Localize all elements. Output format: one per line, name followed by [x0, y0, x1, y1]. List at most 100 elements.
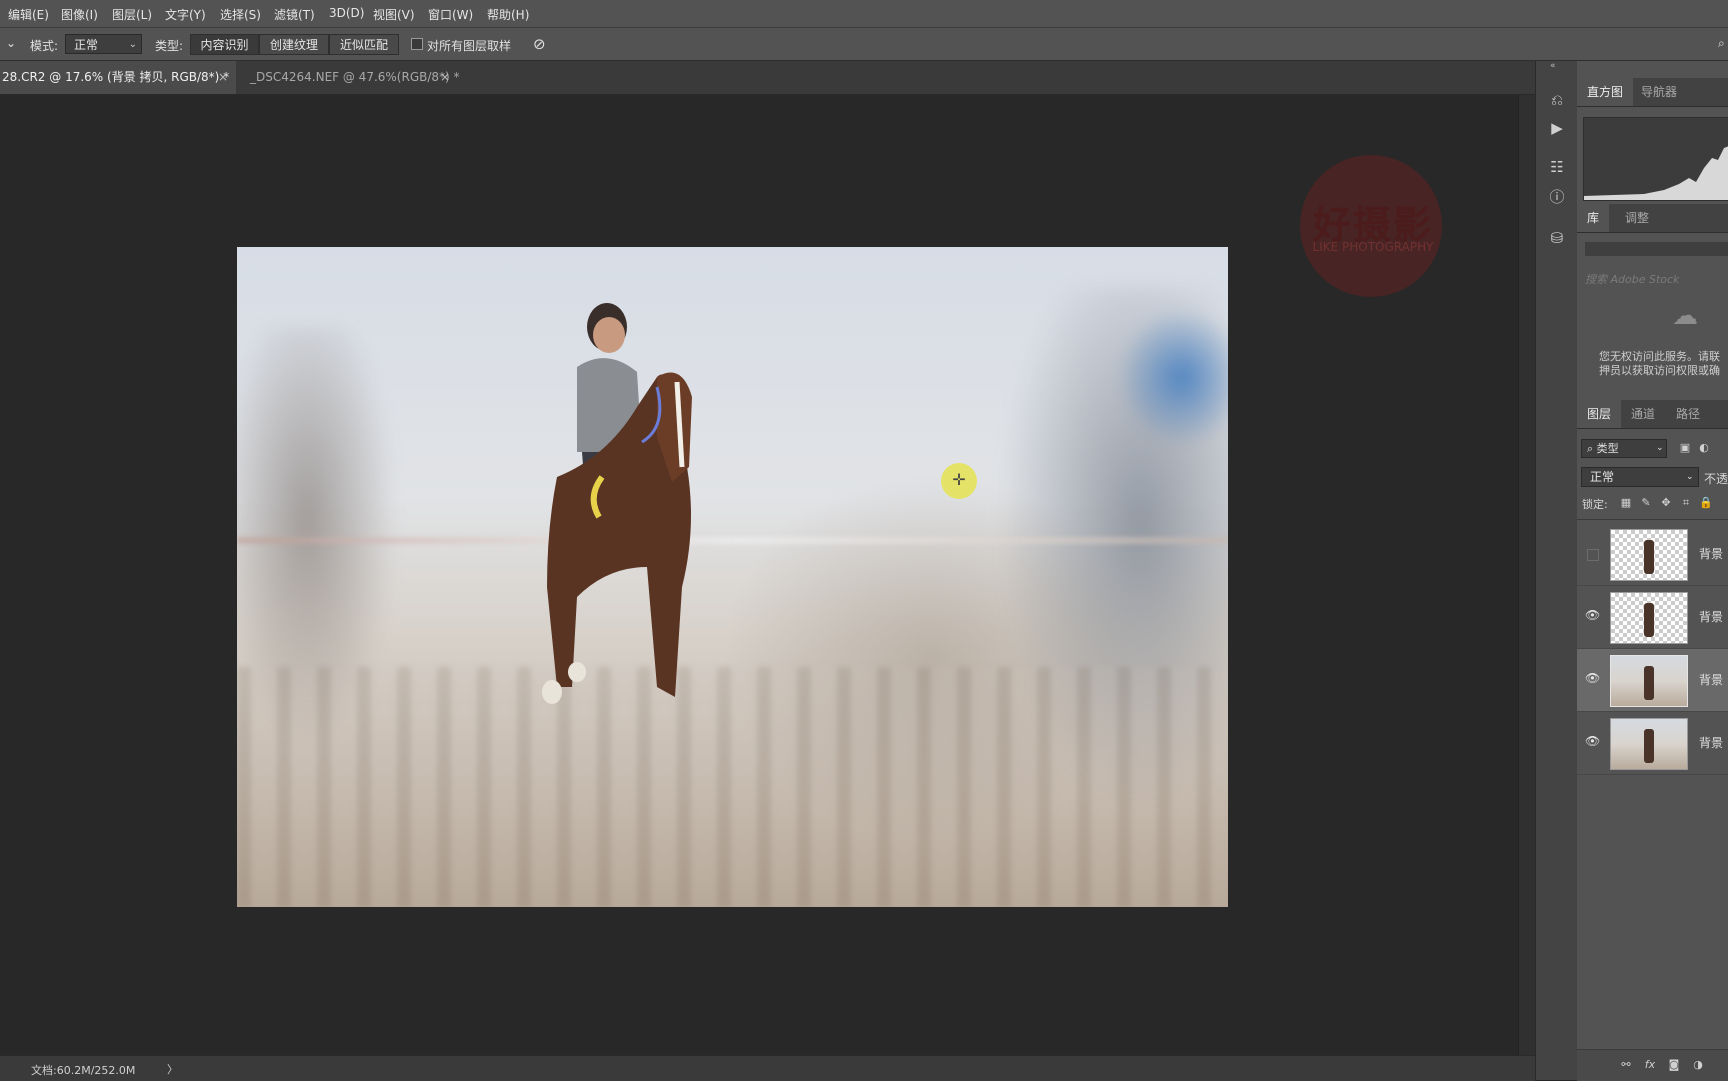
tab-label: _DSC4264.NEF @ 47.6%(RGB/8*) *	[250, 70, 460, 84]
pressure-icon[interactable]: ⊘	[533, 35, 546, 53]
create-texture-option[interactable]: 创建纹理	[259, 34, 329, 55]
menu-type[interactable]: 文字(Y)	[165, 6, 206, 23]
eye-icon[interactable]: 👁	[1585, 671, 1600, 685]
search-icon[interactable]: ⌕	[1718, 36, 1725, 51]
layer-name[interactable]: 背景	[1699, 671, 1723, 688]
filter-kind-value: 类型	[1596, 442, 1619, 455]
canvas-scrollbar[interactable]	[1518, 95, 1536, 1055]
eye-icon[interactable]: 👁	[1585, 608, 1600, 622]
rider-thumb	[1644, 729, 1654, 763]
layer-thumbnail	[1610, 529, 1688, 581]
blend-mode-value: 正常	[1590, 470, 1615, 484]
tab-document-2[interactable]: _DSC4264.NEF @ 47.6%(RGB/8*) * ×	[248, 61, 460, 94]
tool-preset-chevron-icon[interactable]: ⌄	[6, 36, 16, 50]
chevron-down-icon: ⌄	[1686, 472, 1694, 482]
tab-layers[interactable]: 图层	[1577, 400, 1622, 428]
search-icon: ⌕	[1587, 442, 1594, 455]
history-icon[interactable]: ⎌	[1548, 91, 1566, 109]
layer-filter-select[interactable]: ⌕ 类型 ⌄	[1581, 439, 1667, 458]
rider-thumb	[1644, 603, 1654, 637]
move-cursor-icon: ✛	[952, 470, 966, 489]
document-size-info[interactable]: 文档:60.2M/252.0M	[31, 1062, 135, 1078]
fx-icon[interactable]: fx	[1643, 1058, 1657, 1072]
adjustment-icon[interactable]: ◑	[1691, 1058, 1705, 1072]
proximity-match-option[interactable]: 近似匹配	[329, 34, 399, 55]
lock-position-icon[interactable]: ✥	[1659, 496, 1673, 510]
options-bar: ⌄ 模式: 正常 ⌄ 类型: 内容识别 创建纹理 近似匹配 对所有图层取样 ⊘ …	[0, 28, 1728, 61]
menu-window[interactable]: 窗口(W)	[428, 6, 473, 23]
tab-label: 28.CR2 @ 17.6% (背景 拷贝, RGB/8*) *	[2, 70, 230, 84]
layer-thumbnail	[1610, 655, 1688, 707]
close-icon[interactable]: ×	[440, 61, 450, 94]
tab-navigator[interactable]: 导航器	[1631, 78, 1687, 106]
visibility-off-box[interactable]	[1587, 549, 1599, 561]
image-filter-icon[interactable]: ▣	[1678, 441, 1692, 455]
adjustment-filter-icon[interactable]: ◐	[1697, 441, 1711, 455]
document-image[interactable]	[237, 247, 1228, 907]
menu-help[interactable]: 帮助(H)	[487, 6, 529, 23]
library-tabs: 库 调整	[1577, 204, 1728, 233]
rider-thumb	[1644, 540, 1654, 574]
library-dropdown[interactable]	[1585, 242, 1728, 256]
link-icon[interactable]: ⚯	[1619, 1058, 1633, 1072]
blend-mode-select[interactable]: 正常 ⌄	[1581, 467, 1699, 487]
mode-value: 正常	[74, 38, 99, 52]
library-message-line2: 押员以获取访问权限或确	[1599, 364, 1720, 377]
layers-footer: ⚯ fx ◙ ◑	[1577, 1049, 1728, 1081]
histogram-tabs: 直方图 导航器	[1577, 78, 1728, 107]
chevron-down-icon: ⌄	[1656, 443, 1664, 453]
sample-all-layers-checkbox[interactable]	[411, 38, 423, 50]
motion-blur-blue	[1117, 307, 1228, 447]
mode-select[interactable]: 正常 ⌄	[65, 34, 142, 54]
watermark-subtitle: LIKE PHOTOGRAPHY	[1312, 240, 1434, 254]
menu-3d[interactable]: 3D(D)	[329, 6, 364, 20]
layer-row[interactable]: 👁 背景	[1577, 712, 1728, 775]
cursor-highlight: ✛	[941, 463, 977, 499]
close-icon[interactable]: ×	[218, 61, 228, 94]
menu-filter[interactable]: 滤镜(T)	[274, 6, 315, 23]
layer-row[interactable]: 背景	[1577, 523, 1728, 586]
lock-transparent-icon[interactable]: ▦	[1619, 496, 1633, 510]
document-tab-bar: 28.CR2 @ 17.6% (背景 拷贝, RGB/8*) * × _DSC4…	[0, 61, 1535, 95]
layer-row-selected[interactable]: 👁 背景	[1577, 649, 1728, 712]
info-icon[interactable]: ⓘ	[1548, 188, 1566, 206]
menu-view[interactable]: 视图(V)	[373, 6, 415, 23]
creative-cloud-offline-icon: ☁	[1672, 301, 1698, 331]
menu-select[interactable]: 选择(S)	[220, 6, 261, 23]
layer-thumbnail	[1610, 718, 1688, 770]
library-search-input[interactable]: 搜索 Adobe Stock	[1585, 271, 1679, 287]
lock-label: 锁定:	[1582, 498, 1608, 511]
right-panels: 直方图 导航器 库 调整 搜索 Adobe Stock ☁ 您无权访问此服务。请…	[1577, 61, 1728, 1081]
layer-row[interactable]: 👁 背景	[1577, 586, 1728, 649]
tab-histogram[interactable]: 直方图	[1577, 78, 1634, 106]
menu-edit[interactable]: 编辑(E)	[8, 6, 49, 23]
layer-name[interactable]: 背景	[1699, 734, 1723, 751]
lock-all-icon[interactable]: 🔒	[1699, 496, 1713, 510]
mode-label: 模式:	[30, 39, 59, 53]
tab-library[interactable]: 库	[1577, 204, 1610, 232]
layer-name[interactable]: 背景	[1699, 608, 1723, 625]
histogram-curve	[1584, 146, 1728, 200]
collapse-icon[interactable]: «	[1550, 61, 1556, 71]
status-bar: 文档:60.2M/252.0M 〉	[0, 1055, 1535, 1081]
lock-artboard-icon[interactable]: ⌗	[1679, 496, 1693, 510]
lock-paint-icon[interactable]: ✎	[1639, 496, 1653, 510]
sample-all-layers-label: 对所有图层取样	[427, 39, 512, 53]
content-aware-option[interactable]: 内容识别	[190, 34, 259, 55]
menu-layer[interactable]: 图层(L)	[112, 6, 152, 23]
eye-icon[interactable]: 👁	[1585, 734, 1600, 748]
menu-image[interactable]: 图像(I)	[61, 6, 98, 23]
tab-adjustments[interactable]: 调整	[1615, 204, 1659, 232]
tab-document-1[interactable]: 28.CR2 @ 17.6% (背景 拷贝, RGB/8*) * ×	[0, 61, 236, 94]
clone-source-icon[interactable]: ⛁	[1548, 229, 1566, 247]
panel-icon-column: « ⎌ ▶ ☷ ⓘ ⛁	[1535, 61, 1578, 1080]
histogram-graph	[1583, 117, 1728, 201]
tab-paths[interactable]: 路径	[1666, 400, 1710, 428]
status-menu-arrow-icon[interactable]: 〉	[167, 1061, 178, 1077]
play-icon[interactable]: ▶	[1548, 119, 1566, 137]
properties-icon[interactable]: ☷	[1548, 158, 1566, 176]
menu-bar: 编辑(E) 图像(I) 图层(L) 文字(Y) 选择(S) 滤镜(T) 3D(D…	[0, 0, 1728, 28]
layer-name[interactable]: 背景	[1699, 545, 1723, 562]
tab-channels[interactable]: 通道	[1621, 400, 1665, 428]
mask-icon[interactable]: ◙	[1667, 1058, 1681, 1072]
